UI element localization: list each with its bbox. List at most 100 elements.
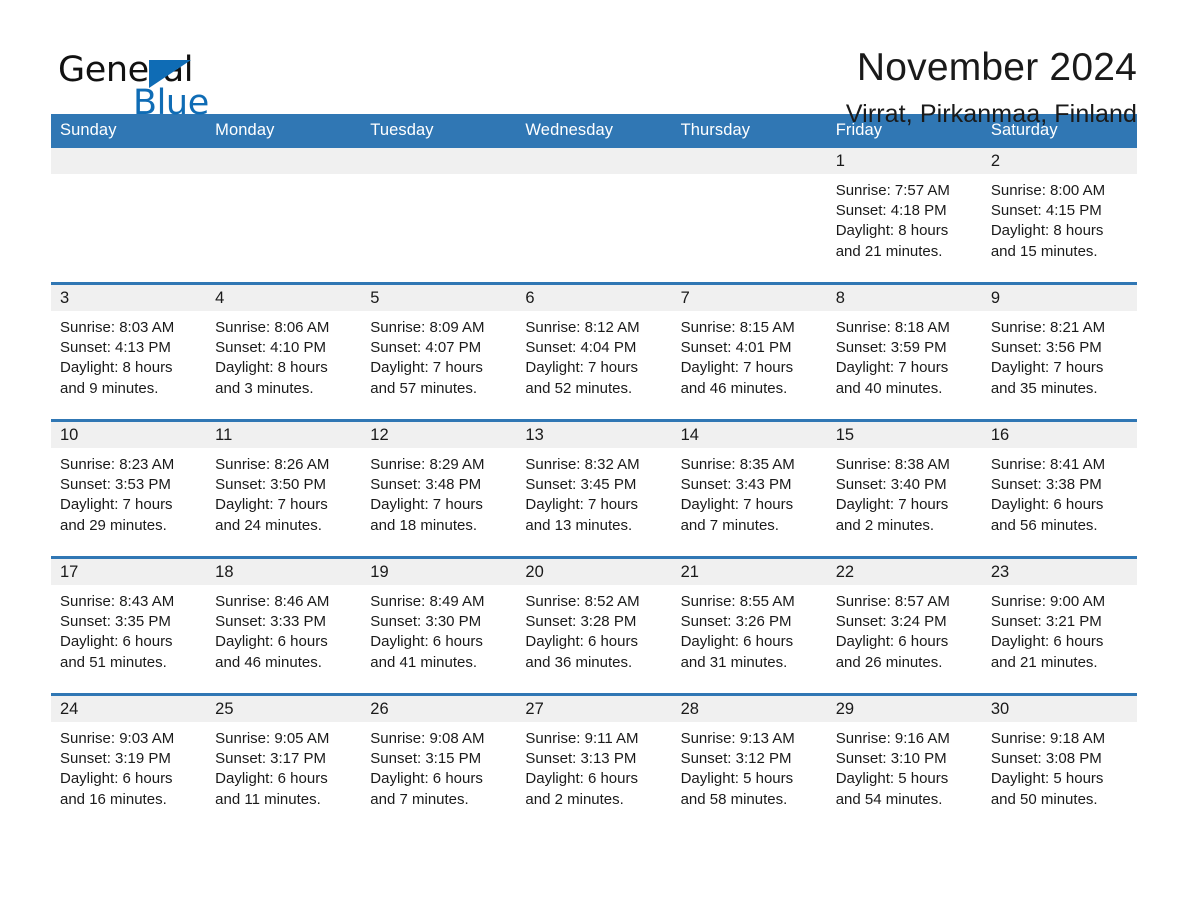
calendar-cell: 2 Sunrise: 8:00 AM Sunset: 4:15 PM Daylight…	[981, 148, 1137, 284]
calendar-day[interactable]: 25 Sunrise: 9:05 AM Sunset: 3:17 PM Dayligh…	[206, 696, 362, 830]
calendar-day[interactable]: 7 Sunrise: 8:15 AM Sunset: 4:01 PM Daylight…	[671, 285, 827, 419]
daylight-text-line2: and 46 minutes.	[215, 653, 322, 671]
calendar-day[interactable]: 28 Sunrise: 9:13 AM Sunset: 3:12 PM Dayligh…	[671, 696, 827, 830]
daylight-text-line2: and 18 minutes.	[370, 516, 478, 534]
calendar-cell: 28 Sunrise: 9:13 AM Sunset: 3:12 PM Dayligh…	[671, 693, 827, 830]
day-details: Sunrise: 8:41 AM Sunset: 3:38 PM Daylight:…	[982, 448, 1137, 536]
sunset-text: Sunset: 3:15 PM	[370, 750, 482, 768]
calendar-body: 1 Sunrise: 7:57 AM Sunset: 4:18 PM Daylight…	[51, 148, 1137, 830]
calendar-day[interactable]: 3 Sunrise: 8:03 AM Sunset: 4:13 PM Daylight…	[51, 285, 207, 419]
day-number: 7	[671, 285, 827, 311]
day-details: Sunrise: 9:11 AM Sunset: 3:13 PM Daylight:…	[516, 722, 671, 810]
calendar-day[interactable]: 8 Sunrise: 8:18 AM Sunset: 3:59 PM Daylight…	[826, 285, 982, 419]
calendar-day[interactable]: 14 Sunrise: 8:35 AM Sunset: 3:43 PM Dayligh…	[671, 422, 827, 556]
day-number: 27	[516, 696, 672, 722]
sunset-text: Sunset: 3:35 PM	[60, 613, 171, 631]
calendar-day[interactable]: 27 Sunrise: 9:11 AM Sunset: 3:13 PM Dayligh…	[516, 696, 672, 830]
daylight-text-line1: Daylight: 8 hours	[215, 359, 328, 377]
calendar-day[interactable]: 22 Sunrise: 8:57 AM Sunset: 3:24 PM Dayligh…	[826, 559, 982, 693]
calendar-week-row: 1 Sunrise: 7:57 AM Sunset: 4:18 PM Daylight…	[51, 148, 1137, 284]
day-details: Sunrise: 8:32 AM Sunset: 3:45 PM Daylight:…	[516, 448, 671, 536]
sunrise-text: Sunrise: 8:38 AM	[835, 456, 950, 473]
sunrise-text: Sunrise: 7:57 AM	[835, 182, 950, 199]
day-details: Sunrise: 8:57 AM Sunset: 3:24 PM Daylight:…	[827, 585, 982, 673]
sunrise-text: Sunrise: 8:06 AM	[215, 319, 330, 336]
sunset-text: Sunset: 3:53 PM	[60, 476, 171, 494]
sunrise-text: Sunrise: 8:21 AM	[990, 319, 1106, 336]
sunset-text: Sunset: 3:50 PM	[215, 476, 327, 494]
calendar-day[interactable]: 1 Sunrise: 7:57 AM Sunset: 4:18 PM Daylight…	[826, 148, 982, 282]
sunset-text: Sunset: 3:56 PM	[990, 339, 1102, 357]
calendar-cell: 18 Sunrise: 8:46 AM Sunset: 3:33 PM Dayligh…	[206, 556, 362, 695]
day-number: 15	[826, 422, 982, 448]
daylight-text-line1: Daylight: 7 hours	[990, 359, 1104, 377]
calendar-day[interactable]: 24 Sunrise: 9:03 AM Sunset: 3:19 PM Dayligh…	[51, 696, 207, 830]
day-number: 9	[981, 285, 1137, 311]
day-details: Sunrise: 8:18 AM Sunset: 3:59 PM Daylight:…	[827, 311, 982, 399]
calendar-day-empty	[51, 148, 207, 282]
day-number: 10	[51, 422, 207, 448]
sunset-text: Sunset: 3:08 PM	[990, 750, 1102, 768]
day-number: 19	[361, 559, 517, 585]
day-details: Sunrise: 8:21 AM Sunset: 3:56 PM Daylight:…	[982, 311, 1137, 399]
day-number: 3	[51, 285, 207, 311]
daylight-text-line2: and 35 minutes.	[990, 379, 1098, 397]
calendar-day-empty	[516, 148, 672, 282]
calendar-day[interactable]: 15 Sunrise: 8:38 AM Sunset: 3:40 PM Dayligh…	[826, 422, 982, 556]
daylight-text-line1: Daylight: 6 hours	[60, 633, 173, 651]
calendar-day[interactable]: 21 Sunrise: 8:55 AM Sunset: 3:26 PM Dayligh…	[671, 559, 827, 693]
day-number: 14	[671, 422, 827, 448]
calendar-day[interactable]: 11 Sunrise: 8:26 AM Sunset: 3:50 PM Dayligh…	[206, 422, 362, 556]
calendar-day[interactable]: 4 Sunrise: 8:06 AM Sunset: 4:10 PM Daylight…	[206, 285, 362, 419]
day-details: Sunrise: 8:09 AM Sunset: 4:07 PM Daylight:…	[361, 311, 516, 399]
daylight-text-line1: Daylight: 6 hours	[215, 770, 328, 788]
day-details: Sunrise: 8:06 AM Sunset: 4:10 PM Daylight:…	[206, 311, 361, 399]
day-number: 6	[516, 285, 672, 311]
calendar-day[interactable]: 17 Sunrise: 8:43 AM Sunset: 3:35 PM Dayligh…	[51, 559, 207, 693]
generalblue-logo[interactable]: General Blue	[51, 44, 251, 121]
calendar-day[interactable]: 12 Sunrise: 8:29 AM Sunset: 3:48 PM Dayligh…	[361, 422, 517, 556]
day-number: 18	[206, 559, 362, 585]
calendar-cell: 5 Sunrise: 8:09 AM Sunset: 4:07 PM Daylight…	[361, 282, 517, 421]
sunset-text: Sunset: 3:48 PM	[370, 476, 482, 494]
day-details: Sunrise: 7:57 AM Sunset: 4:18 PM Daylight:…	[827, 174, 982, 262]
calendar-day[interactable]: 9 Sunrise: 8:21 AM Sunset: 3:56 PM Daylight…	[981, 285, 1137, 419]
sunrise-text: Sunrise: 8:18 AM	[835, 319, 950, 336]
daylight-text-line1: Daylight: 6 hours	[525, 633, 638, 651]
calendar-week-row: 17 Sunrise: 8:43 AM Sunset: 3:35 PM Dayligh…	[51, 556, 1137, 695]
day-details: Sunrise: 8:12 AM Sunset: 4:04 PM Daylight:…	[516, 311, 671, 399]
calendar-day[interactable]: 26 Sunrise: 9:08 AM Sunset: 3:15 PM Dayligh…	[361, 696, 517, 830]
calendar-day[interactable]: 6 Sunrise: 8:12 AM Sunset: 4:04 PM Daylight…	[516, 285, 672, 419]
calendar-day[interactable]: 10 Sunrise: 8:23 AM Sunset: 3:53 PM Dayligh…	[51, 422, 207, 556]
calendar-day[interactable]: 29 Sunrise: 9:16 AM Sunset: 3:10 PM Dayligh…	[826, 696, 982, 830]
sunset-text: Sunset: 4:18 PM	[835, 202, 947, 220]
day-number: 12	[361, 422, 517, 448]
day-number: 17	[51, 559, 207, 585]
calendar-day[interactable]: 16 Sunrise: 8:41 AM Sunset: 3:38 PM Dayligh…	[981, 422, 1137, 556]
calendar-day[interactable]: 30 Sunrise: 9:18 AM Sunset: 3:08 PM Dayligh…	[981, 696, 1137, 830]
calendar-day[interactable]: 20 Sunrise: 8:52 AM Sunset: 3:28 PM Dayligh…	[516, 559, 672, 693]
calendar-day[interactable]: 18 Sunrise: 8:46 AM Sunset: 3:33 PM Dayligh…	[206, 559, 362, 693]
sunrise-text: Sunrise: 9:18 AM	[990, 730, 1106, 747]
daylight-text-line1: Daylight: 6 hours	[215, 633, 328, 651]
sunset-text: Sunset: 3:24 PM	[835, 613, 947, 631]
calendar-day[interactable]: 19 Sunrise: 8:49 AM Sunset: 3:30 PM Dayligh…	[361, 559, 517, 693]
sunset-text: Sunset: 3:38 PM	[990, 476, 1102, 494]
day-details: Sunrise: 8:43 AM Sunset: 3:35 PM Daylight:…	[51, 585, 206, 673]
daylight-text-line2: and 56 minutes.	[990, 516, 1098, 534]
day-number: 30	[981, 696, 1137, 722]
calendar-day[interactable]: 2 Sunrise: 8:00 AM Sunset: 4:15 PM Daylight…	[981, 148, 1137, 282]
calendar-day[interactable]: 23 Sunrise: 9:00 AM Sunset: 3:21 PM Dayligh…	[981, 559, 1137, 693]
calendar-day[interactable]: 5 Sunrise: 8:09 AM Sunset: 4:07 PM Daylight…	[361, 285, 517, 419]
sunrise-text: Sunrise: 9:08 AM	[370, 730, 485, 747]
daylight-text-line1: Daylight: 7 hours	[835, 359, 949, 377]
daylight-text-line2: and 11 minutes.	[215, 790, 321, 808]
calendar-day[interactable]: 13 Sunrise: 8:32 AM Sunset: 3:45 PM Dayligh…	[516, 422, 672, 556]
calendar-cell: 3 Sunrise: 8:03 AM Sunset: 4:13 PM Daylight…	[51, 282, 207, 421]
daylight-text-line1: Daylight: 6 hours	[370, 633, 483, 651]
daylight-text-line2: and 57 minutes.	[370, 379, 478, 397]
calendar-cell: 10 Sunrise: 8:23 AM Sunset: 3:53 PM Dayligh…	[51, 419, 207, 558]
daylight-text-line2: and 2 minutes.	[835, 516, 935, 534]
sunrise-text: Sunrise: 9:11 AM	[525, 730, 639, 747]
calendar-cell: 20 Sunrise: 8:52 AM Sunset: 3:28 PM Dayligh…	[516, 556, 672, 695]
